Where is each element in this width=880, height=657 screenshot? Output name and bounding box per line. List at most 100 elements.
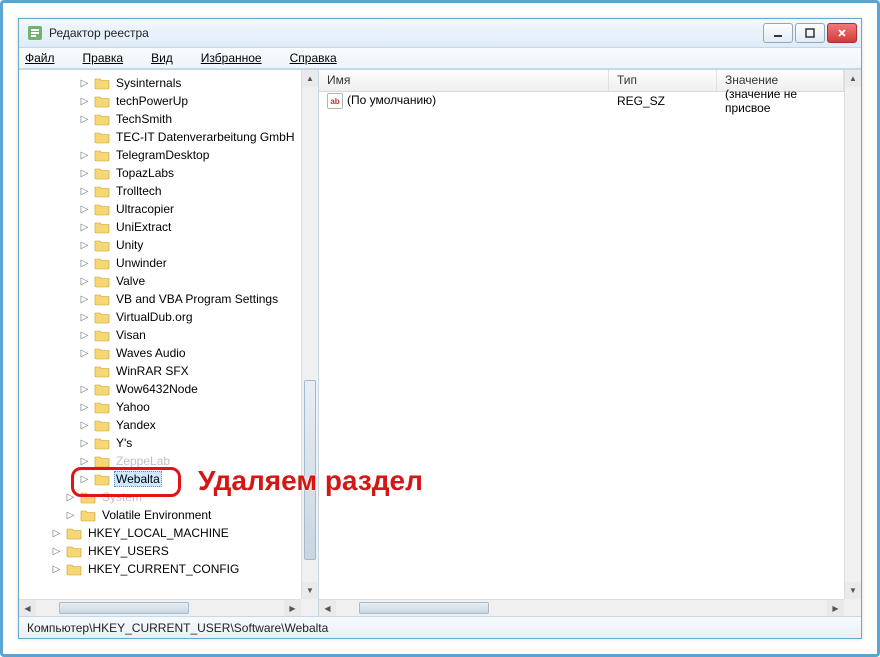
- expand-icon[interactable]: ▷: [65, 510, 76, 521]
- menu-view[interactable]: Вид: [151, 51, 187, 65]
- expand-icon[interactable]: ▷: [79, 312, 90, 323]
- expand-icon[interactable]: ▷: [79, 186, 90, 197]
- tree-item[interactable]: ▷TopazLabs: [25, 164, 301, 182]
- menu-help[interactable]: Справка: [290, 51, 351, 65]
- regedit-window: Редактор реестра Файл Правка Вид Избранн…: [18, 18, 862, 639]
- expand-icon[interactable]: ▷: [51, 528, 62, 539]
- tree-item[interactable]: ▷TechSmith: [25, 110, 301, 128]
- value-type: REG_SZ: [609, 94, 717, 108]
- folder-icon: [80, 490, 96, 504]
- folder-icon: [94, 184, 110, 198]
- expand-icon[interactable]: ▷: [79, 294, 90, 305]
- list-row[interactable]: ab(По умолчанию)REG_SZ(значение не присв…: [319, 92, 844, 110]
- scroll-right-icon[interactable]: ▶: [284, 600, 301, 616]
- tree-item[interactable]: ▷Valve: [25, 272, 301, 290]
- value-name: (По умолчанию): [347, 93, 436, 107]
- expand-icon[interactable]: ▷: [79, 276, 90, 287]
- expand-icon[interactable]: ▷: [79, 438, 90, 449]
- string-value-icon: ab: [327, 93, 343, 109]
- tree-item[interactable]: ▷UniExtract: [25, 218, 301, 236]
- expand-icon[interactable]: ▷: [79, 258, 90, 269]
- tree-item[interactable]: ▷Webalta: [25, 470, 301, 488]
- tree-item-label: HKEY_LOCAL_MACHINE: [86, 525, 231, 541]
- expand-icon[interactable]: ▷: [79, 384, 90, 395]
- titlebar[interactable]: Редактор реестра: [19, 19, 861, 47]
- tree-item[interactable]: ▷TEC-IT Datenverarbeitung GmbH: [25, 128, 301, 146]
- maximize-button[interactable]: [795, 23, 825, 43]
- folder-icon: [66, 562, 82, 576]
- list-scrollbar-h[interactable]: ◀ ▶: [319, 599, 844, 616]
- tree-item[interactable]: ▷Volatile Environment: [25, 506, 301, 524]
- folder-icon: [66, 544, 82, 558]
- scroll-right-icon[interactable]: ▶: [827, 600, 844, 616]
- expand-icon[interactable]: ▷: [79, 96, 90, 107]
- scroll-up-icon[interactable]: ▲: [302, 70, 318, 87]
- tree-item[interactable]: ▷ HKEY_LOCAL_MACHINE: [25, 524, 301, 542]
- scroll-down-icon[interactable]: ▼: [302, 582, 318, 599]
- expand-icon[interactable]: ▷: [79, 240, 90, 251]
- tree-item[interactable]: ▷Yahoo: [25, 398, 301, 416]
- expand-icon[interactable]: ▷: [79, 420, 90, 431]
- tree-item[interactable]: ▷Trolltech: [25, 182, 301, 200]
- tree-item[interactable]: ▷TelegramDesktop: [25, 146, 301, 164]
- expand-icon[interactable]: ▷: [51, 564, 62, 575]
- tree-item-label: Y's: [114, 435, 134, 451]
- tree-item[interactable]: ▷ Y's: [25, 434, 301, 452]
- tree-scrollbar-v[interactable]: ▲ ▼: [301, 70, 318, 599]
- folder-icon: [94, 400, 110, 414]
- expand-icon[interactable]: ▷: [79, 150, 90, 161]
- scroll-thumb[interactable]: [359, 602, 489, 614]
- tree-item[interactable]: ▷ Wow6432Node: [25, 380, 301, 398]
- col-type[interactable]: Тип: [609, 70, 717, 91]
- tree-item[interactable]: ▷Unwinder: [25, 254, 301, 272]
- tree-item-label: HKEY_USERS: [86, 543, 171, 559]
- tree-item[interactable]: ▷System: [25, 488, 301, 506]
- tree-item[interactable]: ▷Visan: [25, 326, 301, 344]
- tree-item[interactable]: ▷ Waves Audio: [25, 344, 301, 362]
- expand-icon[interactable]: ▷: [79, 348, 90, 359]
- scroll-left-icon[interactable]: ◀: [19, 600, 36, 616]
- value-data: (значение не присвое: [717, 87, 844, 115]
- tree-item[interactable]: ▷techPowerUp: [25, 92, 301, 110]
- expand-icon[interactable]: ▷: [79, 114, 90, 125]
- scroll-left-icon[interactable]: ◀: [319, 600, 336, 616]
- expand-icon[interactable]: ▷: [79, 456, 90, 467]
- scroll-thumb[interactable]: [59, 602, 189, 614]
- menu-file[interactable]: Файл: [25, 51, 69, 65]
- list-scrollbar-v[interactable]: ▲ ▼: [844, 70, 861, 599]
- folder-icon: [94, 310, 110, 324]
- tree-item[interactable]: ▷ HKEY_USERS: [25, 542, 301, 560]
- registry-tree[interactable]: ▷Sysinternals▷techPowerUp▷TechSmith▷TEC-…: [19, 70, 301, 599]
- folder-icon: [94, 274, 110, 288]
- folder-icon: [94, 346, 110, 360]
- tree-item[interactable]: ▷Unity: [25, 236, 301, 254]
- expand-icon[interactable]: ▷: [79, 222, 90, 233]
- tree-item[interactable]: ▷HKEY_CURRENT_CONFIG: [25, 560, 301, 578]
- expand-icon[interactable]: ▷: [51, 546, 62, 557]
- menu-edit[interactable]: Правка: [83, 51, 138, 65]
- expand-icon[interactable]: ▷: [65, 492, 76, 503]
- scroll-up-icon[interactable]: ▲: [845, 70, 861, 87]
- tree-item[interactable]: ▷ZeppeLab: [25, 452, 301, 470]
- expand-icon[interactable]: ▷: [79, 474, 90, 485]
- col-name[interactable]: Имя: [319, 70, 609, 91]
- menu-favorites[interactable]: Избранное: [201, 51, 276, 65]
- tree-item[interactable]: ▷VB and VBA Program Settings: [25, 290, 301, 308]
- expand-icon[interactable]: ▷: [79, 402, 90, 413]
- tree-item[interactable]: ▷VirtualDub.org: [25, 308, 301, 326]
- tree-item[interactable]: ▷WinRAR SFX: [25, 362, 301, 380]
- expand-icon[interactable]: ▷: [79, 78, 90, 89]
- expand-icon[interactable]: ▷: [79, 204, 90, 215]
- scroll-down-icon[interactable]: ▼: [845, 582, 861, 599]
- tree-item[interactable]: ▷Ultracopier: [25, 200, 301, 218]
- expand-icon[interactable]: ▷: [79, 168, 90, 179]
- tree-item[interactable]: ▷Yandex: [25, 416, 301, 434]
- close-button[interactable]: [827, 23, 857, 43]
- tree-item[interactable]: ▷Sysinternals: [25, 74, 301, 92]
- expand-icon[interactable]: ▷: [79, 330, 90, 341]
- tree-scrollbar-h[interactable]: ◀ ▶: [19, 599, 301, 616]
- scroll-thumb[interactable]: [304, 380, 316, 560]
- tree-item-label: Waves Audio: [114, 345, 188, 361]
- tree-item-label: Wow6432Node: [114, 381, 200, 397]
- minimize-button[interactable]: [763, 23, 793, 43]
